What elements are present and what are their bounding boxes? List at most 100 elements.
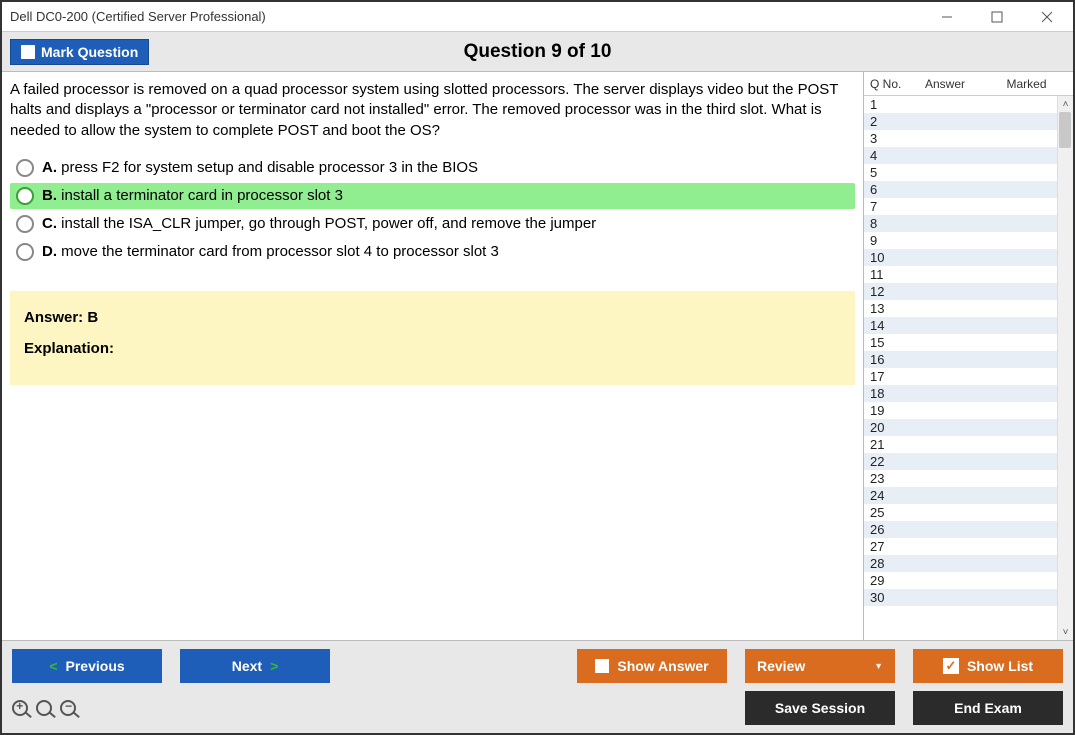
next-button[interactable]: Next > bbox=[180, 649, 330, 683]
table-row[interactable]: 22 bbox=[864, 453, 1073, 470]
show-answer-label: Show Answer bbox=[617, 658, 708, 674]
scrollbar[interactable]: ˄ ˅ bbox=[1057, 96, 1073, 640]
qno-cell: 25 bbox=[864, 505, 910, 520]
table-row[interactable]: 4 bbox=[864, 147, 1073, 164]
scroll-thumb[interactable] bbox=[1059, 112, 1071, 148]
table-row[interactable]: 26 bbox=[864, 521, 1073, 538]
table-row[interactable]: 2 bbox=[864, 113, 1073, 130]
question-list[interactable]: 1234567891011121314151617181920212223242… bbox=[864, 96, 1073, 640]
table-row[interactable]: 18 bbox=[864, 385, 1073, 402]
option-row[interactable]: B. install a terminator card in processo… bbox=[10, 183, 855, 209]
explanation-label: Explanation: bbox=[24, 340, 841, 357]
table-row[interactable]: 17 bbox=[864, 368, 1073, 385]
checkbox-icon bbox=[21, 45, 35, 59]
qno-cell: 27 bbox=[864, 539, 910, 554]
table-row[interactable]: 7 bbox=[864, 198, 1073, 215]
review-button[interactable]: Review ▼ bbox=[745, 649, 895, 683]
qno-cell: 6 bbox=[864, 182, 910, 197]
scroll-down-icon[interactable]: ˅ bbox=[1060, 626, 1072, 638]
qno-cell: 10 bbox=[864, 250, 910, 265]
titlebar: Dell DC0-200 (Certified Server Professio… bbox=[2, 2, 1073, 32]
option-row[interactable]: A. press F2 for system setup and disable… bbox=[10, 155, 855, 181]
qno-cell: 9 bbox=[864, 233, 910, 248]
show-answer-button[interactable]: Show Answer bbox=[577, 649, 727, 683]
footer-row-1: < Previous Next > Show Answer Review ▼ bbox=[12, 649, 1063, 683]
mark-question-button[interactable]: Mark Question bbox=[10, 39, 149, 65]
table-row[interactable]: 12 bbox=[864, 283, 1073, 300]
square-icon bbox=[595, 659, 609, 673]
radio-icon[interactable] bbox=[16, 187, 34, 205]
qno-cell: 11 bbox=[864, 267, 910, 282]
table-row[interactable]: 10 bbox=[864, 249, 1073, 266]
table-row[interactable]: 25 bbox=[864, 504, 1073, 521]
radio-icon[interactable] bbox=[16, 243, 34, 261]
table-row[interactable]: 1 bbox=[864, 96, 1073, 113]
qno-cell: 8 bbox=[864, 216, 910, 231]
end-exam-button[interactable]: End Exam bbox=[913, 691, 1063, 725]
maximize-icon[interactable] bbox=[979, 4, 1015, 30]
table-row[interactable]: 19 bbox=[864, 402, 1073, 419]
option-text: C. install the ISA_CLR jumper, go throug… bbox=[42, 215, 596, 232]
question-list-panel: Q No. Answer Marked 12345678910111213141… bbox=[863, 72, 1073, 640]
table-row[interactable]: 15 bbox=[864, 334, 1073, 351]
qno-cell: 20 bbox=[864, 420, 910, 435]
save-session-button[interactable]: Save Session bbox=[745, 691, 895, 725]
chevron-left-icon: < bbox=[49, 658, 57, 674]
table-row[interactable]: 3 bbox=[864, 130, 1073, 147]
col-answer: Answer bbox=[910, 77, 980, 91]
question-text: A failed processor is removed on a quad … bbox=[10, 80, 855, 141]
qno-cell: 23 bbox=[864, 471, 910, 486]
table-row[interactable]: 27 bbox=[864, 538, 1073, 555]
qno-cell: 21 bbox=[864, 437, 910, 452]
table-row[interactable]: 5 bbox=[864, 164, 1073, 181]
chevron-down-icon: ▼ bbox=[874, 661, 883, 671]
qno-cell: 14 bbox=[864, 318, 910, 333]
scroll-up-icon[interactable]: ˄ bbox=[1060, 98, 1072, 110]
window-controls bbox=[929, 4, 1065, 30]
radio-icon[interactable] bbox=[16, 159, 34, 177]
zoom-in-icon[interactable] bbox=[12, 700, 28, 716]
table-row[interactable]: 13 bbox=[864, 300, 1073, 317]
qno-cell: 28 bbox=[864, 556, 910, 571]
chevron-right-icon: > bbox=[270, 658, 278, 674]
table-row[interactable]: 11 bbox=[864, 266, 1073, 283]
table-row[interactable]: 14 bbox=[864, 317, 1073, 334]
qno-cell: 26 bbox=[864, 522, 910, 537]
close-icon[interactable] bbox=[1029, 4, 1065, 30]
table-row[interactable]: 16 bbox=[864, 351, 1073, 368]
table-row[interactable]: 30 bbox=[864, 589, 1073, 606]
action-buttons-2: Save Session End Exam bbox=[745, 691, 1063, 725]
question-counter: Question 9 of 10 bbox=[2, 41, 1073, 63]
show-list-button[interactable]: ✓ Show List bbox=[913, 649, 1063, 683]
previous-label: Previous bbox=[66, 658, 125, 674]
table-row[interactable]: 6 bbox=[864, 181, 1073, 198]
table-row[interactable]: 28 bbox=[864, 555, 1073, 572]
previous-button[interactable]: < Previous bbox=[12, 649, 162, 683]
option-text: D. move the terminator card from process… bbox=[42, 243, 499, 260]
table-row[interactable]: 29 bbox=[864, 572, 1073, 589]
table-row[interactable]: 9 bbox=[864, 232, 1073, 249]
qno-cell: 18 bbox=[864, 386, 910, 401]
zoom-controls bbox=[12, 700, 76, 716]
table-row[interactable]: 8 bbox=[864, 215, 1073, 232]
mark-question-label: Mark Question bbox=[41, 44, 138, 60]
zoom-reset-icon[interactable] bbox=[36, 700, 52, 716]
qno-cell: 30 bbox=[864, 590, 910, 605]
table-row[interactable]: 23 bbox=[864, 470, 1073, 487]
qno-cell: 16 bbox=[864, 352, 910, 367]
zoom-out-icon[interactable] bbox=[60, 700, 76, 716]
option-row[interactable]: C. install the ISA_CLR jumper, go throug… bbox=[10, 211, 855, 237]
radio-icon[interactable] bbox=[16, 215, 34, 233]
qno-cell: 7 bbox=[864, 199, 910, 214]
table-row[interactable]: 21 bbox=[864, 436, 1073, 453]
table-row[interactable]: 24 bbox=[864, 487, 1073, 504]
answer-panel: Answer: B Explanation: bbox=[10, 291, 855, 385]
minimize-icon[interactable] bbox=[929, 4, 965, 30]
qno-cell: 1 bbox=[864, 97, 910, 112]
nav-buttons: < Previous Next > bbox=[12, 649, 330, 683]
qno-cell: 15 bbox=[864, 335, 910, 350]
qno-cell: 12 bbox=[864, 284, 910, 299]
table-row[interactable]: 20 bbox=[864, 419, 1073, 436]
option-text: A. press F2 for system setup and disable… bbox=[42, 159, 478, 176]
option-row[interactable]: D. move the terminator card from process… bbox=[10, 239, 855, 265]
